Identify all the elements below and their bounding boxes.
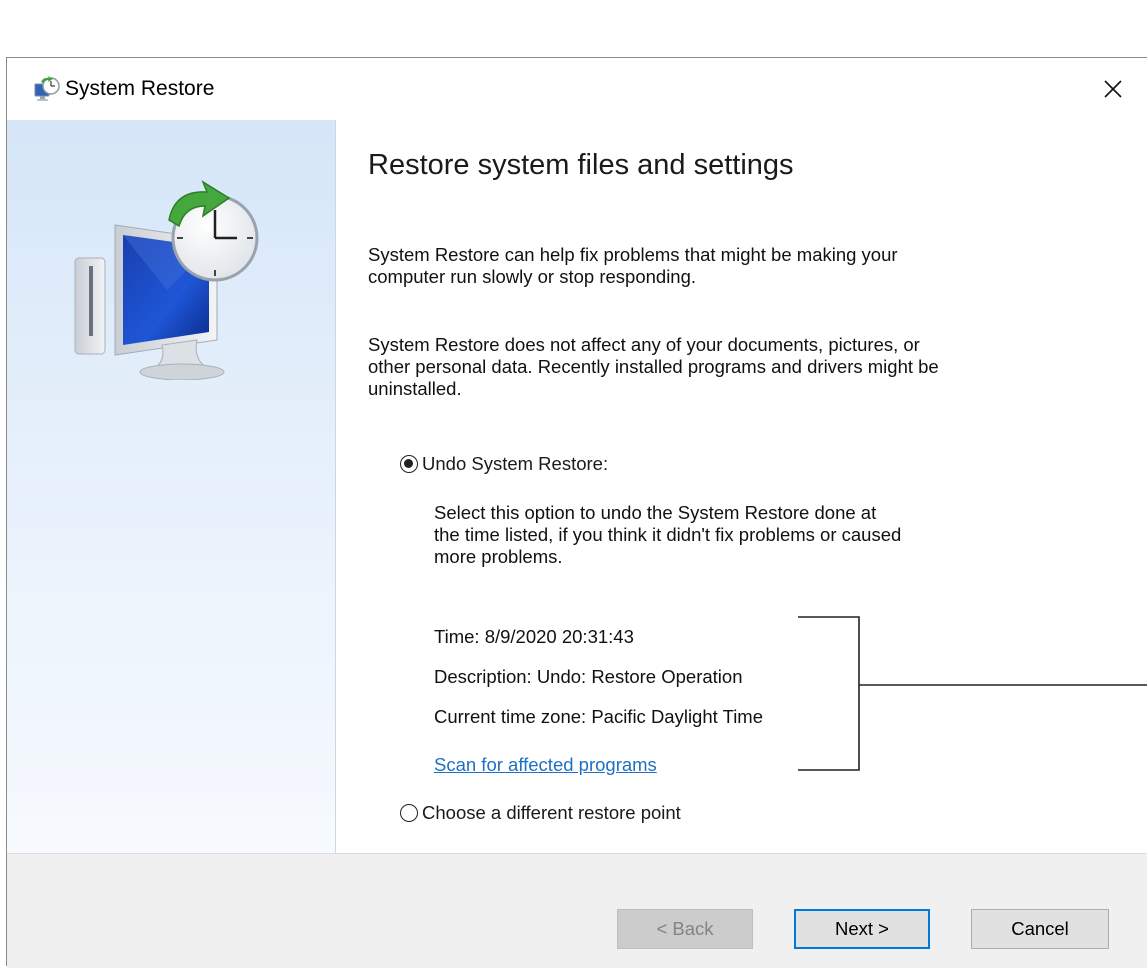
intro-line: System Restore can help fix problems tha… bbox=[368, 244, 898, 265]
current-time-zone: Current time zone: Pacific Daylight Time bbox=[434, 706, 764, 727]
choose-restore-point-radio-option[interactable]: Choose a different restore point bbox=[400, 802, 681, 824]
system-restore-icon bbox=[34, 76, 60, 101]
info-line: other personal data. Recently installed … bbox=[368, 356, 939, 377]
page-heading: Restore system files and settings bbox=[368, 149, 794, 181]
undo-desc-line: the time listed, if you think it didn't … bbox=[434, 524, 902, 545]
close-button[interactable] bbox=[1093, 70, 1133, 108]
scan-affected-programs-link[interactable]: Scan for affected programs bbox=[434, 754, 657, 776]
undo-restore-radio-option[interactable]: Undo System Restore: bbox=[400, 453, 608, 475]
undo-desc-line: Select this option to undo the System Re… bbox=[434, 502, 877, 523]
undo-desc-line: more problems. bbox=[434, 546, 563, 567]
back-button[interactable]: < Back bbox=[617, 909, 753, 949]
undo-restore-label: Undo System Restore: bbox=[422, 453, 609, 474]
radio-button-undo[interactable] bbox=[400, 455, 418, 473]
intro-line: computer run slowly or stop responding. bbox=[368, 266, 697, 287]
cancel-button[interactable]: Cancel bbox=[971, 909, 1109, 949]
title-bar: System Restore bbox=[7, 58, 1147, 120]
button-bar: < Back Next > Cancel bbox=[7, 853, 1147, 968]
info-line: uninstalled. bbox=[368, 378, 462, 399]
window-title: System Restore bbox=[65, 77, 215, 100]
intro-text: System Restore can help fix problems tha… bbox=[368, 244, 1058, 288]
system-restore-illustration-icon bbox=[74, 180, 259, 380]
restore-description: Description: Undo: Restore Operation bbox=[434, 666, 743, 687]
info-line: System Restore does not affect any of yo… bbox=[368, 334, 920, 355]
radio-button-choose[interactable] bbox=[400, 804, 418, 822]
system-restore-window: System Restore Restore system files and … bbox=[6, 57, 1147, 968]
next-button[interactable]: Next > bbox=[794, 909, 930, 949]
sidebar-panel bbox=[7, 120, 336, 853]
close-icon bbox=[1104, 80, 1122, 98]
restore-time: Time: 8/9/2020 20:31:43 bbox=[434, 626, 634, 647]
content-area: Restore system files and settings System… bbox=[335, 120, 1147, 853]
choose-restore-point-label: Choose a different restore point bbox=[422, 802, 681, 823]
undo-option-description: Select this option to undo the System Re… bbox=[434, 502, 1034, 568]
info-text: System Restore does not affect any of yo… bbox=[368, 334, 1058, 400]
